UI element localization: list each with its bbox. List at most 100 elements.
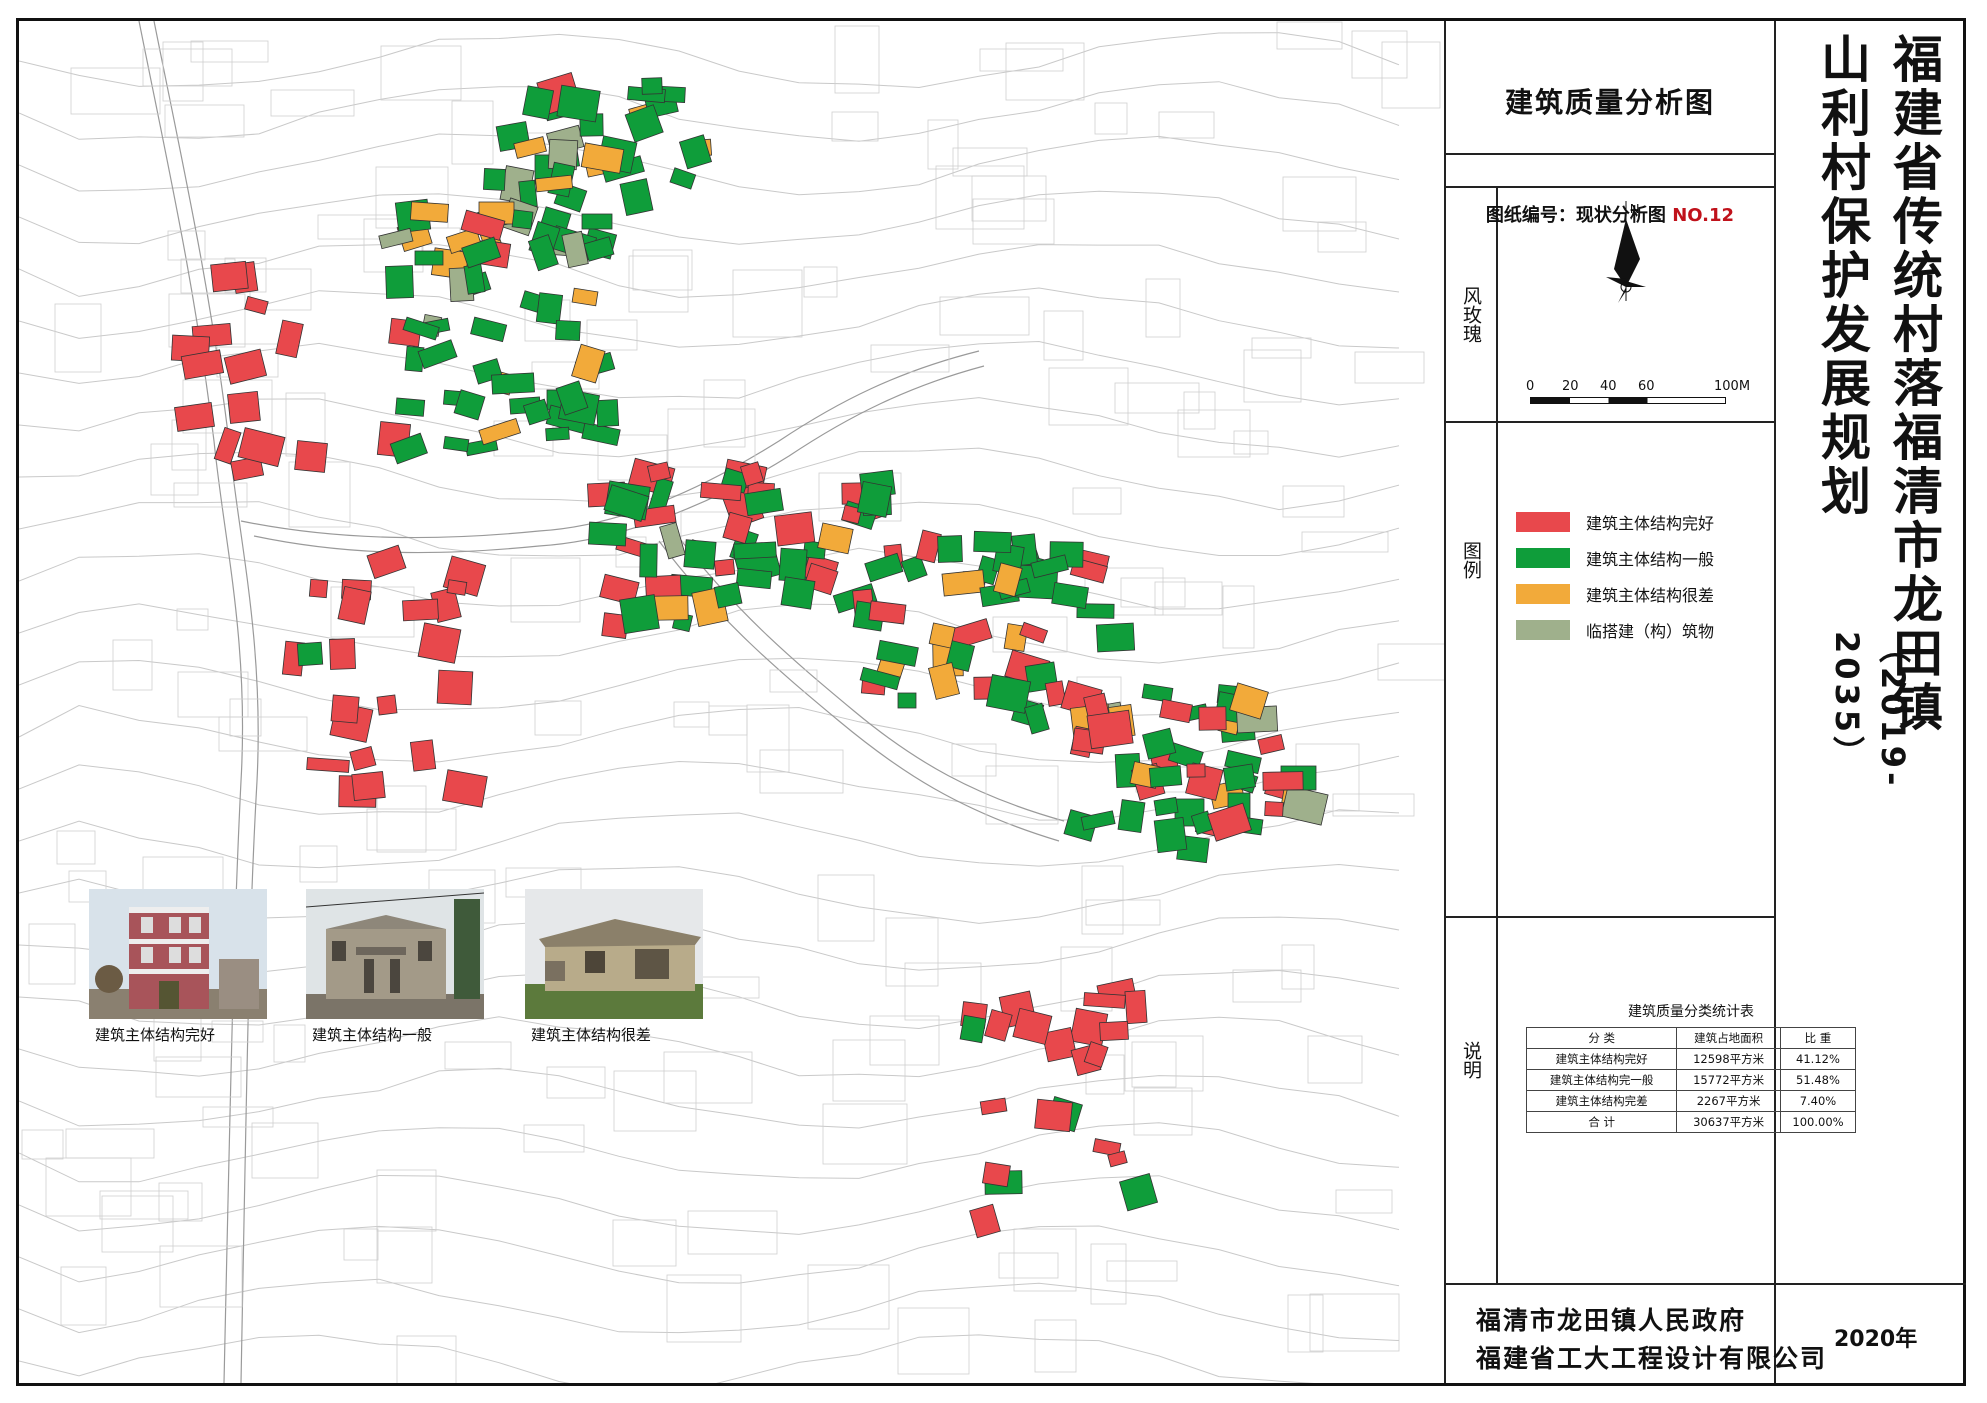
land-parcel xyxy=(251,1122,319,1179)
village-map[interactable]: 建筑主体结构完好 建筑主体结构一般 建筑主体结构很差 xyxy=(19,21,1444,1383)
land-parcel xyxy=(21,1129,64,1160)
building-good[interactable] xyxy=(1034,1098,1073,1133)
building-good[interactable] xyxy=(329,638,356,670)
building-average[interactable] xyxy=(778,547,808,583)
stats-cell: 建筑主体结构完一般 xyxy=(1525,1069,1678,1091)
building-average[interactable] xyxy=(545,426,570,442)
building-average[interactable] xyxy=(864,552,904,583)
building-average[interactable] xyxy=(669,167,697,190)
building-average[interactable] xyxy=(733,541,777,560)
building-average[interactable] xyxy=(483,168,506,191)
building-average[interactable] xyxy=(1023,702,1050,735)
building-average[interactable] xyxy=(780,576,816,610)
building-good[interactable] xyxy=(376,694,398,716)
building-good[interactable] xyxy=(366,544,407,580)
building-good[interactable] xyxy=(1262,771,1304,791)
building-average[interactable] xyxy=(1148,765,1183,788)
building-good[interactable] xyxy=(1257,734,1285,755)
building-average[interactable] xyxy=(973,530,1012,554)
building-average[interactable] xyxy=(385,265,414,299)
building-good[interactable] xyxy=(402,598,439,622)
building-average[interactable] xyxy=(937,535,963,563)
building-good[interactable] xyxy=(417,622,462,664)
building-average[interactable] xyxy=(414,250,444,266)
building-average[interactable] xyxy=(1118,1172,1159,1212)
building-good[interactable] xyxy=(442,769,488,808)
building-average[interactable] xyxy=(555,319,581,342)
building-good[interactable] xyxy=(308,578,329,599)
building-good[interactable] xyxy=(1099,1020,1129,1042)
building-average[interactable] xyxy=(511,209,534,230)
building-good[interactable] xyxy=(436,669,474,706)
building-average[interactable] xyxy=(619,178,654,217)
building-average[interactable] xyxy=(1095,622,1136,653)
building-good[interactable] xyxy=(984,1008,1013,1042)
building-good[interactable] xyxy=(699,481,742,502)
building-temporary[interactable] xyxy=(1280,785,1329,826)
building-good[interactable] xyxy=(1083,992,1126,1009)
building-average[interactable] xyxy=(595,399,620,427)
building-average[interactable] xyxy=(641,77,663,95)
land-parcel xyxy=(935,165,1025,230)
building-good[interactable] xyxy=(306,757,350,773)
building-good[interactable] xyxy=(330,694,360,724)
building-good[interactable] xyxy=(868,600,907,625)
building-average[interactable] xyxy=(619,594,660,635)
building-average[interactable] xyxy=(1141,683,1174,703)
building-good[interactable] xyxy=(1012,1007,1053,1045)
building-good[interactable] xyxy=(1198,706,1227,731)
building-average[interactable] xyxy=(1051,582,1089,609)
stats-header-category: 分 类 xyxy=(1525,1027,1678,1049)
building-average[interactable] xyxy=(556,84,601,123)
building-average[interactable] xyxy=(713,582,743,609)
building-good[interactable] xyxy=(773,511,816,547)
building-good[interactable] xyxy=(294,440,328,473)
building-average[interactable] xyxy=(470,316,508,343)
building-good[interactable] xyxy=(349,746,377,772)
building-average[interactable] xyxy=(588,521,627,547)
building-average[interactable] xyxy=(491,372,535,395)
building-poor[interactable] xyxy=(941,569,986,597)
building-average[interactable] xyxy=(417,339,458,370)
building-average[interactable] xyxy=(1153,816,1188,854)
building-average[interactable] xyxy=(639,543,658,578)
building-good[interactable] xyxy=(981,1161,1011,1188)
building-good[interactable] xyxy=(1086,709,1134,750)
land-parcel xyxy=(951,743,997,777)
land-parcel xyxy=(155,1056,242,1098)
building-average[interactable] xyxy=(522,85,555,120)
building-average[interactable] xyxy=(442,435,470,453)
building-average[interactable] xyxy=(985,674,1032,714)
building-good[interactable] xyxy=(210,260,249,293)
building-good[interactable] xyxy=(409,739,437,772)
building-good[interactable] xyxy=(1124,989,1148,1025)
building-average[interactable] xyxy=(395,397,426,417)
building-average[interactable] xyxy=(735,567,773,590)
building-poor[interactable] xyxy=(409,201,450,223)
building-average[interactable] xyxy=(897,692,917,709)
building-average[interactable] xyxy=(581,213,613,230)
building-good[interactable] xyxy=(1186,763,1206,778)
land-parcel xyxy=(142,48,233,87)
building-good[interactable] xyxy=(1159,698,1193,724)
building-average[interactable] xyxy=(683,539,717,570)
building-average[interactable] xyxy=(296,641,324,667)
building-good[interactable] xyxy=(174,402,215,432)
building-good[interactable] xyxy=(713,558,736,577)
building-good[interactable] xyxy=(969,1203,1001,1239)
building-good[interactable] xyxy=(446,579,468,596)
building-average[interactable] xyxy=(856,480,893,518)
building-good[interactable] xyxy=(227,390,261,424)
building-good[interactable] xyxy=(244,295,269,315)
building-good[interactable] xyxy=(351,771,386,802)
building-average[interactable] xyxy=(959,1014,987,1044)
building-poor[interactable] xyxy=(571,287,599,307)
building-average[interactable] xyxy=(1153,796,1179,817)
building-average[interactable] xyxy=(1117,799,1146,833)
building-good[interactable] xyxy=(275,319,304,359)
building-good[interactable] xyxy=(1264,801,1284,817)
building-average[interactable] xyxy=(1222,763,1257,792)
building-average[interactable] xyxy=(535,292,564,325)
building-poor[interactable] xyxy=(571,343,606,384)
building-good[interactable] xyxy=(979,1097,1008,1116)
